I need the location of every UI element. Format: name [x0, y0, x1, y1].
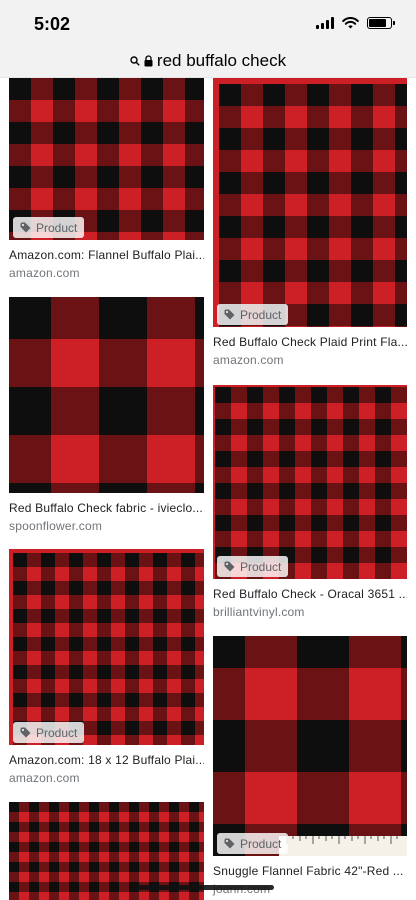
address-bar[interactable]: red buffalo check	[0, 44, 416, 78]
search-icon	[130, 55, 140, 66]
result-title[interactable]: Red Buffalo Check - Oracal 3651 ...	[213, 587, 407, 601]
status-icons	[316, 17, 395, 29]
tag-icon	[20, 222, 31, 233]
result-thumbnail[interactable]: Product	[213, 636, 407, 856]
result-title[interactable]: Red Buffalo Check Plaid Print Fla...	[213, 335, 407, 349]
tag-icon	[224, 309, 235, 320]
buffalo-check-pattern	[213, 636, 407, 856]
result-source: amazon.com	[9, 266, 80, 280]
badge-label: Product	[240, 559, 282, 574]
buffalo-check-pattern	[213, 385, 407, 579]
badge-label: Product	[240, 836, 282, 851]
product-badge: Product	[217, 833, 289, 854]
battery-level	[369, 19, 386, 27]
badge-label: Product	[36, 725, 78, 740]
result-card[interactable]: Product Red Buffalo Check - Oracal 3651 …	[213, 385, 407, 619]
result-title[interactable]: Snuggle Flannel Fabric 42"-Red ...	[213, 864, 407, 878]
result-thumbnail[interactable]: Product	[213, 78, 407, 327]
url-text: red buffalo check	[156, 50, 287, 70]
result-thumbnail[interactable]: Product	[213, 385, 407, 579]
result-title[interactable]: Amazon.com: Flannel Buffalo Plai...	[9, 248, 204, 262]
status-time: 5:02	[34, 14, 71, 34]
tag-icon	[224, 838, 235, 849]
result-thumbnail[interactable]: Product	[9, 78, 204, 240]
result-source: amazon.com	[9, 771, 80, 785]
result-source: spoonflower.com	[9, 519, 103, 533]
product-badge: Product	[217, 304, 289, 325]
ruler-graphic	[279, 836, 407, 856]
result-title[interactable]: Amazon.com: 18 x 12 Buffalo Plai...	[9, 753, 204, 767]
buffalo-check-pattern	[213, 78, 407, 327]
home-indicator[interactable]	[134, 885, 274, 890]
result-card[interactable]: Product Amazon.com: 18 x 12 Buffalo Plai…	[9, 549, 204, 785]
result-card[interactable]: Product Red Buffalo Check Plaid Print Fl…	[213, 78, 407, 367]
lock-icon	[144, 54, 153, 66]
image-results-grid: Product Amazon.com: Flannel Buffalo Plai…	[0, 78, 416, 900]
result-title[interactable]: Red Buffalo Check fabric - ivieclo...	[9, 501, 204, 515]
badge-label: Product	[36, 220, 78, 235]
result-source: amazon.com	[213, 353, 284, 367]
result-card[interactable]: Product Amazon.com: Flannel Buffalo Plai…	[9, 78, 204, 280]
buffalo-check-pattern	[9, 549, 204, 745]
result-thumbnail[interactable]: Product	[9, 549, 204, 745]
result-card[interactable]: Red Buffalo Check fabric - ivieclo... sp…	[9, 297, 204, 533]
wifi-icon	[342, 17, 359, 29]
buffalo-check-pattern	[9, 78, 204, 240]
result-card[interactable]: Product Snuggle Flannel Fabric 42"-Red .…	[213, 636, 407, 896]
cellular-signal-icon	[316, 17, 334, 29]
buffalo-check-pattern	[9, 297, 204, 493]
tag-icon	[20, 727, 31, 738]
tag-icon	[224, 561, 235, 572]
status-bar: 5:02	[0, 0, 416, 44]
result-source: brilliantvinyl.com	[213, 605, 305, 619]
badge-label: Product	[240, 307, 282, 322]
result-thumbnail[interactable]	[9, 297, 204, 493]
product-badge: Product	[13, 217, 85, 238]
product-badge: Product	[13, 722, 85, 743]
battery-icon	[367, 17, 395, 29]
product-badge: Product	[217, 556, 289, 577]
